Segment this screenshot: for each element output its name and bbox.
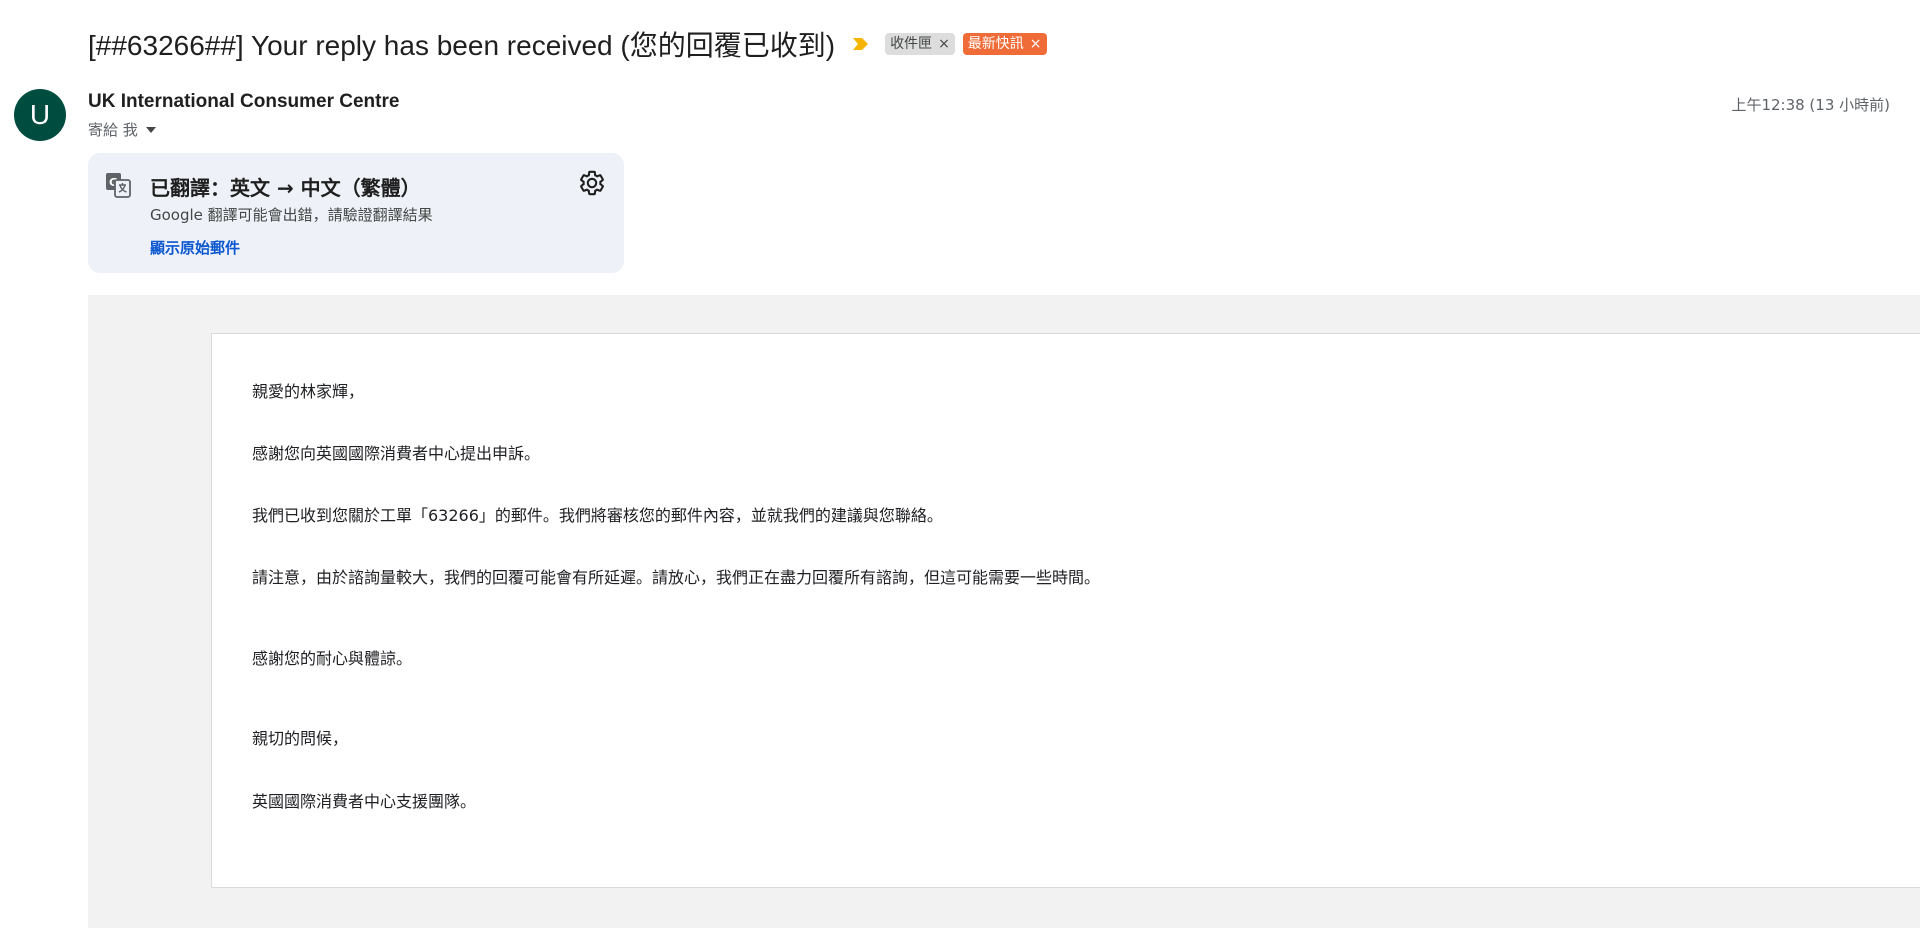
sender-avatar[interactable]: U [14,89,66,141]
show-original-link[interactable]: 顯示原始郵件 [150,237,240,258]
avatar-initial: U [29,99,51,130]
body-greeting: 親愛的林家輝， [252,382,365,401]
body-paragraph-3: 請注意，由於諮詢量較大，我們的回覆可能會有所延遲。請放心，我們正在盡力回覆所有諮… [252,568,1101,587]
chevron-down-icon[interactable] [145,126,156,133]
recipient-text: 寄給 我 [88,121,138,139]
body-closing: 親切的問候， [252,729,349,748]
body-paragraph-2: 我們已收到您關於工單「63266」的郵件。我們將審核您的郵件內容，並就我們的建議… [252,506,943,525]
translate-banner-note: Google 翻譯可能會出錯，請驗證翻譯結果 [150,206,433,224]
importance-marker-icon[interactable] [851,34,871,54]
body-signature: 英國國際消費者中心支援團隊。 [252,792,477,811]
label-inbox[interactable]: 收件匣 × [885,33,955,55]
recipient-line: 寄給 我 [88,119,156,140]
translate-icon: G [106,173,131,198]
label-inbox-text: 收件匣 [890,36,933,52]
body-thanks: 感謝您的耐心與體諒。 [252,649,413,668]
label-updates-text: 最新快訊 [967,36,1024,52]
remove-label-inbox-button[interactable]: × [938,33,950,55]
remove-label-updates-button[interactable]: × [1030,33,1042,55]
email-view: [##63266##] Your reply has been received… [0,0,1920,928]
message-timestamp: 上午12:38 (13 小時前) [1731,96,1890,114]
translate-banner: G 已翻譯：英文 → 中文（繁體） Google 翻譯可能會出錯，請驗證翻譯結果… [88,153,624,273]
sender-name[interactable]: UK International Consumer Centre [88,91,399,113]
message-body: 親愛的林家輝， 感謝您向英國國際消費者中心提出申訴。 我們已收到您關於工單「63… [211,333,1920,888]
label-updates[interactable]: 最新快訊 × [962,33,1047,55]
email-subject: [##63266##] Your reply has been received… [88,30,836,61]
body-paragraph-1: 感謝您向英國國際消費者中心提出申訴。 [252,444,541,463]
translate-banner-title: 已翻譯：英文 → 中文（繁體） [150,176,421,200]
subject-row: [##63266##] Your reply has been received… [88,24,1047,64]
gear-icon[interactable] [578,169,606,197]
